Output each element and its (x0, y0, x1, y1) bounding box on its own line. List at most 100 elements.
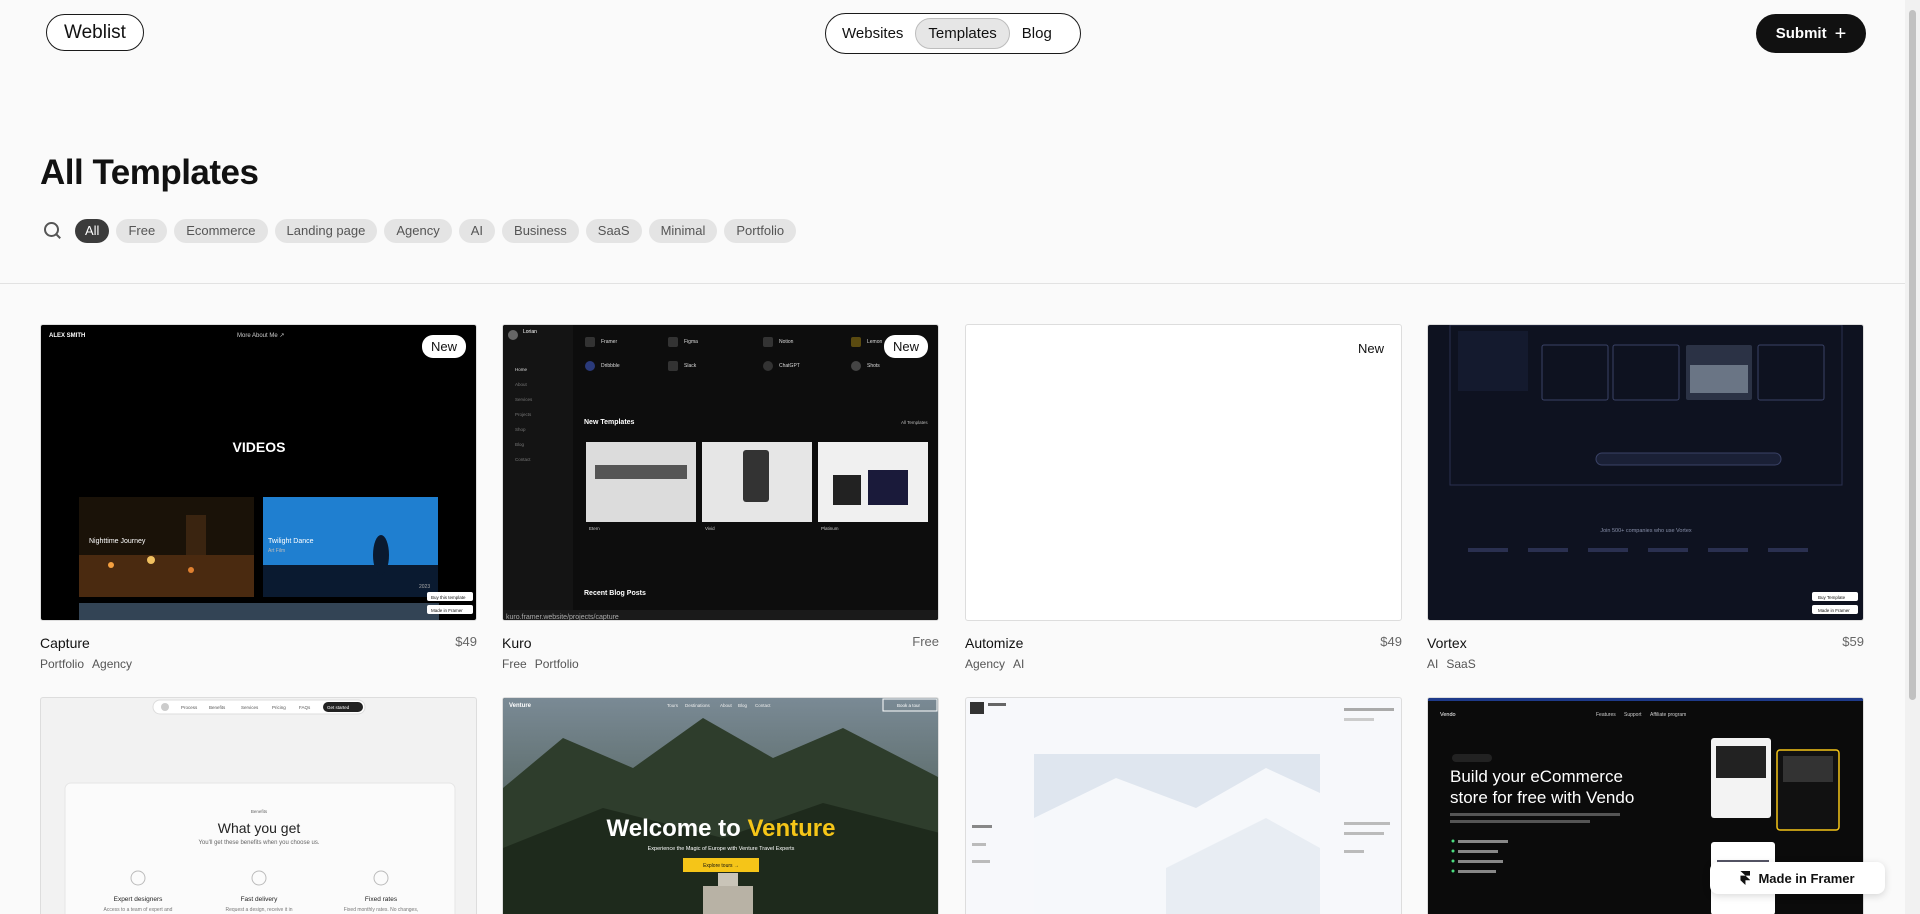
thumb-sub: Experience the Magic of Europe with Vent… (648, 846, 795, 852)
filter-portfolio[interactable]: Portfolio (724, 219, 797, 243)
card-tags: Free Portfolio (502, 657, 579, 671)
card-title[interactable]: Automize (965, 635, 1023, 651)
thumb-feature: Expert designers (114, 896, 164, 903)
submit-button[interactable]: Submit + (1756, 14, 1866, 53)
card-price: $59 (1842, 634, 1864, 649)
nav-blog[interactable]: Blog (1010, 18, 1064, 49)
thumb-feature-sub: Fixed monthly rates. No changes, (344, 907, 418, 913)
card-tag[interactable]: Portfolio (40, 657, 84, 671)
card-tag[interactable]: AI (1427, 657, 1438, 671)
filter-minimal[interactable]: Minimal (648, 219, 718, 243)
thumb-all-templates: All Templates (901, 420, 928, 425)
thumb-app: Shots (867, 363, 880, 369)
thumb-title-a: Welcome to (607, 815, 748, 842)
card-tag[interactable]: Agency (965, 657, 1005, 671)
filter-landing-page[interactable]: Landing page (274, 219, 378, 243)
thumb-title-line2: store for free with Vendo (1450, 788, 1634, 807)
template-card-venture[interactable]: Venture Tours Destinations About Blog Co… (502, 697, 939, 914)
card-price: $49 (455, 634, 477, 649)
card-tag[interactable]: SaaS (1446, 657, 1475, 671)
thumb-nav-item: Process (181, 705, 198, 710)
thumb-nav-item: Pricing (272, 705, 286, 710)
thumb-app: Dribbble (601, 363, 620, 369)
card-tag[interactable]: AI (1013, 657, 1024, 671)
thumb-clip2: Twilight Dance (268, 538, 314, 545)
template-card[interactable] (965, 697, 1402, 914)
template-card-vortex[interactable]: Join 500+ companies who use Vortex Buy T… (1427, 324, 1864, 671)
thumb-feature: Fixed rates (365, 896, 398, 903)
thumb-side-item: Contact (515, 457, 531, 462)
thumb-nav-item: Features (1596, 712, 1616, 718)
logo-button[interactable]: Weblist (46, 14, 144, 51)
template-thumbnail[interactable]: Lorian Home About Services Projects Shop… (502, 324, 939, 621)
filter-business[interactable]: Business (502, 219, 579, 243)
filter-free[interactable]: Free (116, 219, 168, 243)
thumb-nav-item: About (720, 703, 733, 708)
thumb-sub: You'll get these benefits when you choos… (198, 840, 319, 846)
thumb-side-item: Shop (515, 427, 526, 432)
template-card-automize[interactable]: New Automize $49 Agency AI (965, 324, 1402, 671)
template-thumbnail[interactable]: Join 500+ companies who use Vortex Buy T… (1427, 324, 1864, 621)
thumb-feature-sub: Request a design, receive it in (226, 907, 293, 913)
thumb-app: Framer (601, 339, 617, 345)
thumb-brand: Venture (509, 703, 532, 709)
nav-websites[interactable]: Websites (830, 18, 915, 49)
card-tags: AI SaaS (1427, 657, 1476, 671)
thumb-feature-sub: Access to a team of expert and (104, 907, 173, 913)
main-nav: Websites Templates Blog (825, 13, 1081, 54)
thumb-book: Book a tour (897, 703, 921, 708)
section-divider (0, 283, 1905, 284)
new-badge: New (1348, 337, 1393, 360)
thumb-side-item: About (515, 382, 528, 387)
template-thumbnail[interactable]: Venture Tours Destinations About Blog Co… (502, 697, 939, 914)
thumb-clip1: Nighttime Journey (89, 538, 146, 545)
thumb-card-name: Platinum (821, 526, 839, 531)
card-title[interactable]: Kuro (502, 635, 532, 651)
search-icon[interactable] (42, 220, 64, 242)
template-card-kuro[interactable]: Lorian Home About Services Projects Shop… (502, 324, 939, 671)
thumb-card-name: Etern (589, 526, 600, 531)
template-card-capture[interactable]: ALEX SMITH More About Me ↗ VIDEOS Nightt… (40, 324, 477, 671)
thumb-clip2-sub: Art Film (268, 548, 285, 554)
template-thumbnail[interactable]: Process Benefits Services Pricing FAQs G… (40, 697, 477, 914)
filter-bar: All Free Ecommerce Landing page Agency A… (42, 219, 797, 243)
card-price: Free (912, 634, 939, 649)
thumb-side-item: Projects (515, 412, 532, 417)
card-tag[interactable]: Agency (92, 657, 132, 671)
filter-agency[interactable]: Agency (384, 219, 452, 243)
thumb-made: Made in Framer (431, 608, 463, 613)
thumb-app: Figma (684, 339, 698, 345)
thumb-feature: Fast delivery (241, 896, 279, 903)
card-tag[interactable]: Portfolio (535, 657, 579, 671)
template-thumbnail[interactable]: New (965, 324, 1402, 621)
thumb-made: Made in Framer (1818, 608, 1850, 613)
card-title[interactable]: Vortex (1427, 635, 1467, 651)
filter-saas[interactable]: SaaS (585, 219, 642, 243)
thumb-app: Lemon (867, 339, 883, 345)
template-thumbnail[interactable]: ALEX SMITH More About Me ↗ VIDEOS Nightt… (40, 324, 477, 621)
card-tag[interactable]: Free (502, 657, 527, 671)
thumb-nav-item: Contact (755, 703, 771, 708)
thumb-cta: Get started (327, 705, 350, 710)
filter-all[interactable]: All (75, 219, 110, 243)
card-tags: Portfolio Agency (40, 657, 132, 671)
template-thumbnail[interactable] (965, 697, 1402, 914)
filter-ai[interactable]: AI (458, 219, 496, 243)
filter-ecommerce[interactable]: Ecommerce (174, 219, 268, 243)
thumb-section-title: Recent Blog Posts (584, 590, 646, 597)
card-title[interactable]: Capture (40, 635, 90, 651)
nav-templates[interactable]: Templates (915, 18, 1010, 49)
framer-badge-label: Made in Framer (1758, 870, 1855, 886)
scrollbar-thumb[interactable] (1909, 10, 1916, 700)
page-scrollbar[interactable] (1905, 0, 1920, 914)
thumb-nav-item: Benefits (209, 705, 226, 710)
thumb-cta: Buy this template (431, 595, 466, 600)
thumb-user: Lorian (523, 329, 537, 335)
thumb-brand: ALEX SMITH (49, 333, 85, 339)
template-card[interactable]: Process Benefits Services Pricing FAQs G… (40, 697, 477, 914)
thumb-title: What you get (218, 820, 301, 836)
thumb-nav: More About Me ↗ (237, 333, 284, 339)
thumb-nav-item: Affiliate program (1650, 712, 1686, 718)
made-in-framer-badge[interactable]: Made in Framer (1710, 862, 1885, 894)
thumb-nav-item: Support (1624, 712, 1642, 718)
